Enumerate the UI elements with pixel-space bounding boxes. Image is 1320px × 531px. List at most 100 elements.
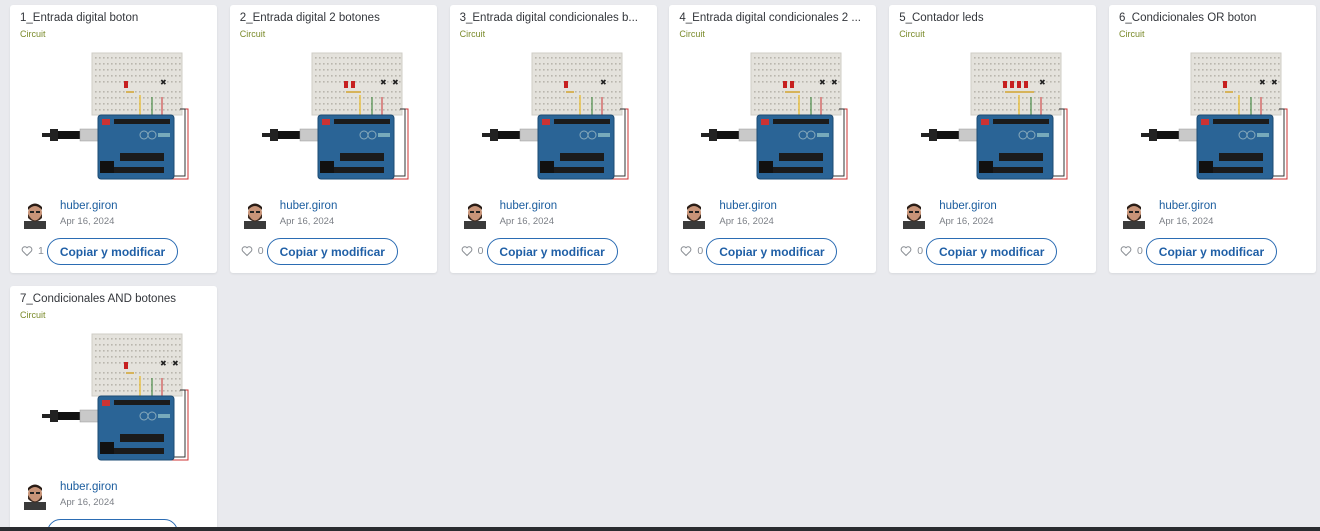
breadboard-hole: [998, 91, 1000, 93]
circuit-thumbnail[interactable]: ✖ ✖: [40, 330, 190, 470]
breadboard-hole: [1273, 75, 1276, 77]
author-name[interactable]: huber.giron: [280, 200, 338, 212]
breadboard-hole: [1209, 63, 1212, 65]
breadboard-hole: [786, 63, 788, 65]
project-card[interactable]: 5_Contador leds Circuit ✖ huber.giron Ap…: [889, 5, 1097, 273]
breadboard-hole: [143, 338, 145, 340]
user-avatar[interactable]: [22, 482, 48, 510]
copy-and-modify-button[interactable]: Copiar y modificar: [266, 238, 398, 265]
breadboard-hole: [790, 69, 792, 71]
resistor: [1224, 91, 1233, 93]
project-title[interactable]: 5_Contador leds: [899, 12, 1089, 24]
like-button[interactable]: 0: [1120, 245, 1143, 257]
breadboard-hole: [346, 97, 349, 99]
breadboard-hole: [806, 81, 808, 83]
author-name[interactable]: huber.giron: [500, 200, 558, 212]
breadboard-hole: [1265, 81, 1268, 83]
breadboard-hole: [155, 378, 157, 380]
breadboard-hole: [990, 91, 992, 93]
breadboard-hole: [1269, 69, 1272, 71]
breadboard-hole: [314, 57, 317, 59]
like-button[interactable]: 0: [680, 245, 703, 257]
breadboard-hole: [558, 103, 561, 105]
breadboard-hole: [1269, 75, 1272, 77]
breadboard-hole: [99, 372, 101, 374]
breadboard-hole: [574, 69, 577, 71]
circuit-thumbnail[interactable]: ✖: [480, 49, 630, 189]
author-name[interactable]: huber.giron: [719, 200, 777, 212]
breadboard-hole: [155, 91, 157, 93]
project-title[interactable]: 4_Entrada digital condicionales 2 ...: [679, 12, 869, 24]
project-card[interactable]: 3_Entrada digital condicionales b... Cir…: [449, 5, 657, 273]
like-button[interactable]: 1: [21, 245, 44, 257]
copy-and-modify-button[interactable]: Copiar y modificar: [47, 238, 178, 265]
project-title[interactable]: 7_Condicionales AND botones: [20, 293, 210, 305]
project-card[interactable]: 2_Entrada digital 2 botones Circuit ✖✖: [229, 5, 437, 273]
project-title[interactable]: 3_Entrada digital condicionales b...: [460, 12, 650, 24]
project-card[interactable]: 7_Condicionales AND botones Circuit ✖✖: [10, 286, 217, 531]
breadboard-hole: [806, 109, 808, 111]
breadboard-hole: [175, 97, 177, 99]
breadboard-hole: [354, 63, 357, 65]
breadboard-hole: [171, 344, 173, 346]
like-button[interactable]: 0: [241, 245, 264, 257]
like-button[interactable]: 0: [900, 245, 923, 257]
breadboard-hole: [754, 75, 756, 77]
breadboard-hole: [1229, 103, 1232, 105]
breadboard-hole: [834, 109, 836, 111]
breadboard-hole: [826, 81, 828, 83]
breadboard-hole: [354, 109, 357, 111]
breadboard-hole: [115, 338, 117, 340]
project-title[interactable]: 2_Entrada digital 2 botones: [240, 12, 430, 24]
breadboard-hole: [135, 372, 137, 374]
author-name[interactable]: huber.giron: [939, 200, 997, 212]
breadboard-hole: [790, 97, 792, 99]
project-card[interactable]: 4_Entrada digital condicionales 2 ... Ci…: [669, 5, 877, 273]
breadboard-hole: [570, 75, 573, 77]
project-title[interactable]: 1_Entrada digital boton: [20, 12, 210, 24]
author-name[interactable]: huber.giron: [60, 200, 118, 212]
copy-and-modify-button[interactable]: Copiar y modificar: [926, 238, 1058, 265]
breadboard-hole: [398, 75, 401, 77]
project-card[interactable]: 1_Entrada digital boton Circuit ✖ huber.…: [10, 5, 217, 273]
circuit-thumbnail[interactable]: ✖: [919, 49, 1069, 189]
breadboard-hole: [159, 63, 161, 65]
like-button[interactable]: 0: [461, 245, 483, 257]
author-name[interactable]: huber.giron: [1159, 200, 1217, 212]
breadboard-hole: [155, 97, 157, 99]
breadboard-hole: [175, 91, 177, 93]
breadboard-hole: [390, 91, 393, 93]
breadboard-hole: [754, 81, 756, 83]
circuit-thumbnail[interactable]: ✖ ✖: [699, 49, 849, 189]
author-name[interactable]: huber.giron: [60, 481, 118, 493]
breadboard-hole: [594, 81, 597, 83]
circuit-thumbnail[interactable]: ✖: [40, 49, 190, 189]
user-avatar[interactable]: [461, 201, 488, 229]
breadboard-hole: [558, 75, 561, 77]
breadboard-hole: [542, 69, 545, 71]
project-card[interactable]: 6_Condicionales OR boton Circuit ✖ ✖ hub…: [1108, 5, 1316, 273]
breadboard-hole: [802, 103, 804, 105]
breadboard-hole: [394, 57, 397, 59]
breadboard-hole: [1022, 103, 1024, 105]
user-avatar[interactable]: [1120, 201, 1147, 229]
breadboard-hole: [1225, 103, 1228, 105]
breadboard-hole: [370, 69, 373, 71]
copy-and-modify-button[interactable]: Copiar y modificar: [1145, 238, 1277, 265]
user-avatar[interactable]: [22, 201, 48, 229]
project-title[interactable]: 6_Condicionales OR boton: [1119, 12, 1309, 24]
user-avatar[interactable]: [681, 201, 708, 229]
breadboard-hole: [606, 103, 609, 105]
breadboard-hole: [322, 63, 325, 65]
user-avatar[interactable]: [901, 201, 928, 229]
breadboard-hole: [103, 344, 105, 346]
circuit-thumbnail[interactable]: ✖ ✖: [260, 49, 410, 189]
copy-and-modify-button[interactable]: Copiar y modificar: [486, 238, 618, 265]
breadboard-hole: [1046, 103, 1048, 105]
user-avatar[interactable]: [241, 201, 268, 229]
circuit-thumbnail[interactable]: ✖ ✖: [1139, 49, 1289, 189]
copy-and-modify-button[interactable]: Copiar y modificar: [706, 238, 838, 265]
breadboard-hole: [1269, 109, 1272, 111]
led: [124, 81, 128, 88]
breadboard-hole: [1233, 63, 1236, 65]
